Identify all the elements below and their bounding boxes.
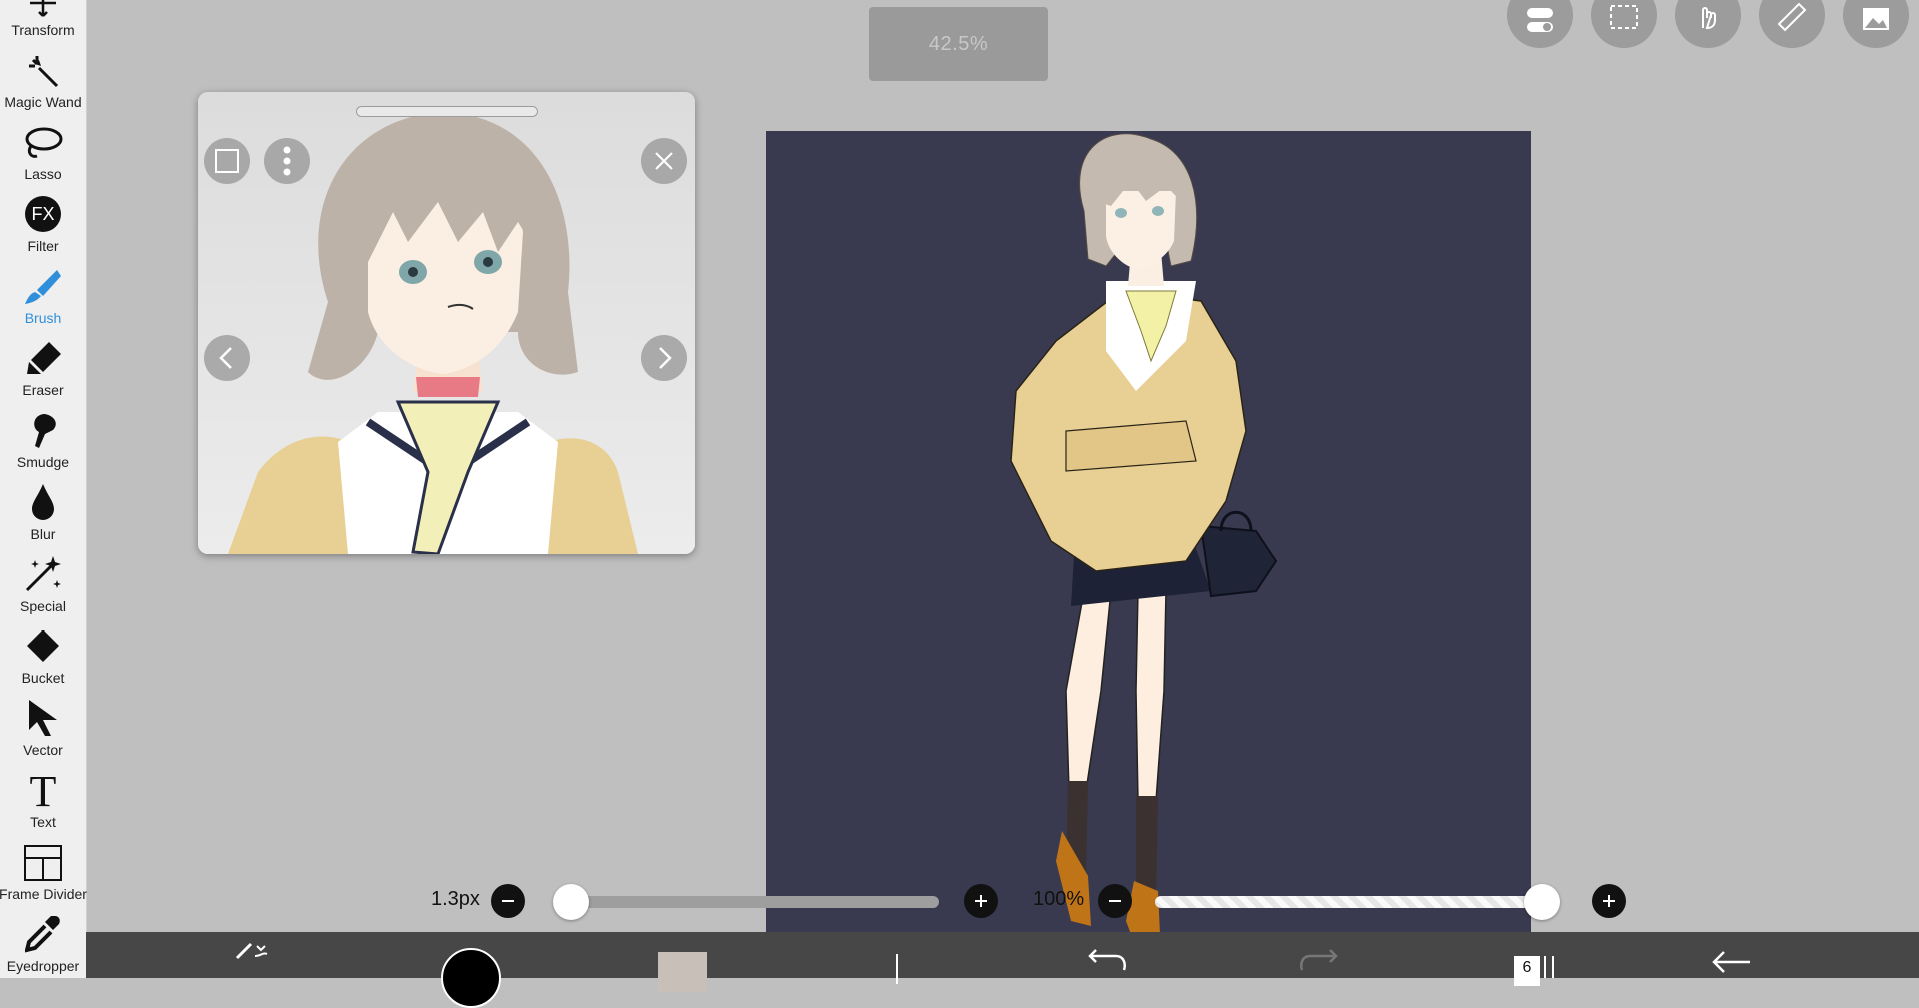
brush-settings-button[interactable] [231, 932, 281, 978]
ruler-icon [1777, 2, 1807, 32]
opacity-decrease[interactable] [1098, 884, 1132, 918]
cursor-arrow-icon [29, 700, 57, 736]
tool-label: Eyedropper [6, 958, 80, 974]
brush-size-track[interactable] [553, 896, 939, 908]
drag-handle[interactable] [356, 106, 538, 117]
close-icon [655, 152, 673, 170]
next-button[interactable] [641, 335, 687, 381]
brush-size-decrease[interactable] [491, 884, 525, 918]
toggle-icon [1527, 8, 1553, 32]
square-icon [215, 149, 239, 173]
tool-filter[interactable]: FX Filter [0, 184, 86, 256]
drawing-canvas[interactable] [766, 131, 1531, 978]
toggle-frame-button[interactable] [204, 138, 250, 184]
tool-label: Magic Wand [4, 94, 82, 110]
eyedropper-icon [25, 916, 60, 953]
secondary-color-swatch[interactable] [658, 952, 707, 992]
zoom-indicator: 42.5% [869, 7, 1048, 81]
back-button[interactable] [1706, 932, 1756, 978]
smudge-icon [34, 414, 56, 448]
reference-window[interactable] [198, 92, 695, 554]
divider-line [896, 954, 898, 984]
selection-button[interactable] [1591, 0, 1657, 48]
bottom-toolbar: 6 [86, 932, 1919, 1008]
bucket-icon [27, 630, 59, 662]
chevron-left-icon [219, 347, 232, 369]
minus-icon [502, 900, 514, 902]
image-icon [1863, 8, 1889, 30]
tool-transform[interactable]: Transform [0, 0, 86, 40]
undo-icon [1088, 949, 1126, 971]
tool-blur[interactable]: Blur [0, 472, 86, 544]
tool-label: Smudge [16, 454, 70, 470]
transform-icon [30, 0, 56, 17]
previous-button[interactable] [204, 335, 250, 381]
minus-icon [1109, 900, 1121, 902]
primary-color-swatch[interactable] [441, 948, 501, 1008]
artwork [1010, 133, 1278, 961]
brush-icon [25, 270, 61, 304]
redo-button[interactable] [1296, 932, 1340, 978]
layer-count: 6 [1522, 959, 1532, 976]
more-vertical-icon [283, 146, 291, 176]
fx-label: FX [31, 204, 55, 224]
tool-label: Text [30, 814, 56, 830]
magic-wand-icon [29, 56, 59, 88]
back-icon [1712, 951, 1750, 973]
tool-sidebar: Transform Magic Wand Lasso FX Filter Bru… [0, 0, 87, 978]
sparkle-icon [25, 556, 61, 592]
tool-eyedropper[interactable]: Eyedropper [0, 904, 86, 976]
tool-label: Frame Divider [0, 886, 87, 902]
tool-text[interactable]: T Text [0, 760, 86, 832]
tool-smudge[interactable]: Smudge [0, 400, 86, 472]
layers-stack-lines [1544, 956, 1554, 978]
lasso-icon [25, 127, 63, 158]
tool-label: Lasso [24, 166, 62, 182]
tool-special[interactable]: Special [0, 544, 86, 616]
tool-brush[interactable]: Brush [0, 256, 86, 328]
layers-icon: 6 [1514, 956, 1540, 986]
opacity-value: 100% [1033, 888, 1085, 910]
tool-label: Eraser [22, 382, 64, 398]
eraser-icon [27, 342, 61, 374]
plus-icon [975, 895, 987, 907]
opacity-track[interactable] [1155, 896, 1560, 908]
blur-drop-icon [32, 484, 54, 520]
toggle-button[interactable] [1507, 0, 1573, 48]
close-button[interactable] [641, 138, 687, 184]
tool-label: Bucket [21, 670, 65, 686]
layers-button[interactable]: 6 [1514, 932, 1558, 986]
tool-bucket[interactable]: Bucket [0, 616, 86, 688]
opacity-knob[interactable] [1524, 884, 1560, 920]
selection-icon [1610, 5, 1638, 29]
brush-size-value: 1.3px [431, 888, 480, 910]
tool-label: Transform [11, 22, 75, 38]
redo-icon [1300, 949, 1338, 971]
tool-lasso[interactable]: Lasso [0, 112, 86, 184]
plus-icon [1603, 895, 1615, 907]
undo-button[interactable] [1086, 932, 1130, 978]
tool-label: Brush [24, 310, 62, 326]
tool-vector[interactable]: Vector [0, 688, 86, 760]
chevron-right-icon [659, 347, 672, 369]
tool-label: Filter [27, 238, 59, 254]
tool-frame-divider[interactable]: Frame Divider [0, 832, 87, 904]
more-button[interactable] [264, 138, 310, 184]
brush-size-knob[interactable] [553, 884, 589, 920]
opacity-increase[interactable] [1592, 884, 1626, 918]
tool-label: Special [20, 598, 66, 614]
image-button[interactable] [1843, 0, 1909, 48]
hand-icon [1702, 7, 1716, 30]
tool-label: Vector [23, 742, 63, 758]
tool-label: Blur [30, 526, 56, 542]
ruler-button[interactable] [1759, 0, 1825, 48]
tool-magic-wand[interactable]: Magic Wand [0, 40, 86, 112]
zoom-level: 42.5% [928, 32, 989, 55]
brush-size-increase[interactable] [964, 884, 998, 918]
frame-divider-icon [24, 845, 62, 881]
text-T-icon: T [29, 767, 57, 816]
tool-eraser[interactable]: Eraser [0, 328, 86, 400]
hand-button[interactable] [1675, 0, 1741, 48]
brush-settings-icon [235, 942, 268, 960]
